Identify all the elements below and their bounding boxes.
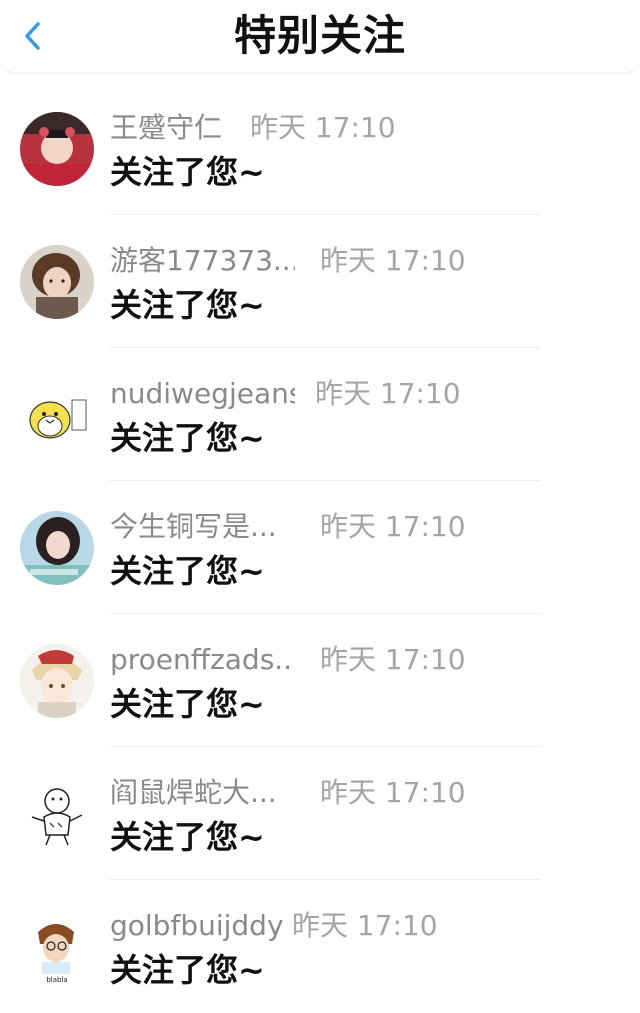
top-bar: 特别关注 [0,0,640,72]
item-meta: 阎鼠焊蛇大... 昨天 17:10 [110,775,580,815]
item-meta: 游客177373... 昨天 17:10 [110,243,580,283]
avatar-tiger-sketch[interactable] [20,777,94,851]
message-text: 关注了您~ [110,419,265,457]
list-item[interactable]: blabla golbfbuijddy 昨天 17:10 关注了您~ [0,880,640,1013]
item-meta: golbfbuijddy 昨天 17:10 [110,908,580,948]
message-text: 关注了您~ [110,286,265,324]
username[interactable]: golbfbuijddy [110,908,284,944]
item-meta: proenffzads... 昨天 17:10 [110,642,580,682]
username[interactable]: proenffzads... [110,642,295,678]
avatar-opera[interactable] [20,112,94,186]
timestamp: 昨天 17:10 [320,244,466,277]
svg-text:blabla: blabla [46,976,67,984]
timestamp: 昨天 17:10 [250,111,396,144]
avatar-girl-photo[interactable] [20,511,94,585]
list-item[interactable]: 今生铜写是... 昨天 17:10 关注了您~ [0,481,640,614]
follow-list: 王蹙守仁 昨天 17:10 关注了您~ 游客177373... 昨天 17:10… [0,82,640,1013]
list-item[interactable]: 阎鼠焊蛇大... 昨天 17:10 关注了您~ [0,747,640,880]
page-title: 特别关注 [233,11,406,60]
avatar-anime-boy[interactable] [20,644,94,718]
timestamp: 昨天 17:10 [320,643,466,676]
username[interactable]: nudiwegjeans [110,376,295,412]
list-item[interactable]: 王蹙守仁 昨天 17:10 关注了您~ [0,82,640,215]
list-item[interactable]: proenffzads... 昨天 17:10 关注了您~ [0,614,640,747]
username[interactable]: 王蹙守仁 [110,110,222,146]
avatar-cartoon-bird[interactable] [20,378,94,452]
message-text: 关注了您~ [110,951,265,989]
timestamp: 昨天 17:10 [292,909,438,942]
message-text: 关注了您~ [110,552,265,590]
item-meta: nudiwegjeans 昨天 17:10 [110,376,580,416]
message-text: 关注了您~ [110,818,265,856]
list-item[interactable]: nudiwegjeans 昨天 17:10 关注了您~ [0,348,640,481]
username[interactable]: 今生铜写是... [110,509,277,545]
message-text: 关注了您~ [110,153,265,191]
username[interactable]: 游客177373... [110,243,295,279]
item-meta: 今生铜写是... 昨天 17:10 [110,509,580,549]
username[interactable]: 阎鼠焊蛇大... [110,775,277,811]
list-item[interactable]: 游客177373... 昨天 17:10 关注了您~ [0,215,640,348]
message-text: 关注了您~ [110,685,265,723]
timestamp: 昨天 17:10 [315,377,461,410]
avatar-glasses-girl[interactable]: blabla [20,910,94,984]
timestamp: 昨天 17:10 [320,776,466,809]
avatar-girl-curly-hair[interactable] [20,245,94,319]
item-meta: 王蹙守仁 昨天 17:10 [110,110,580,150]
timestamp: 昨天 17:10 [320,510,466,543]
